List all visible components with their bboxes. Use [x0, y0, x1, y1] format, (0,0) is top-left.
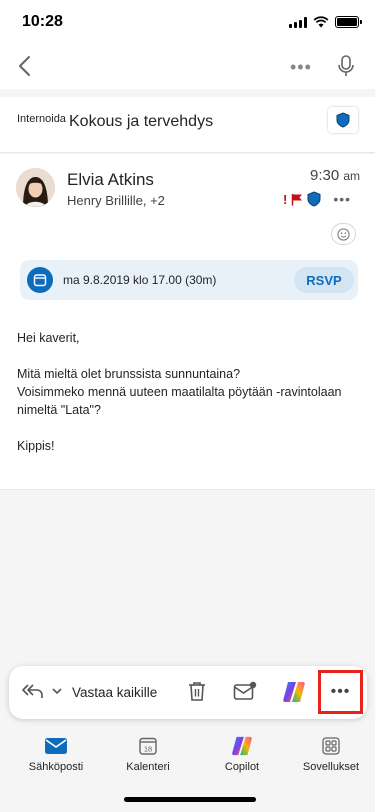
shield-button[interactable]	[328, 107, 358, 133]
back-icon[interactable]	[14, 52, 38, 80]
reply-all-label[interactable]: Vastaa kaikille	[72, 685, 157, 700]
tab-label: Kalenteri	[126, 761, 170, 773]
more-options-icon[interactable]: •••	[290, 57, 312, 78]
time-suffix: am	[343, 169, 361, 183]
reply-all-button[interactable]	[21, 682, 63, 700]
event-datetime: ma 9.8.2019 klo 17.00 (30m)	[63, 273, 217, 287]
chevron-down-icon[interactable]	[51, 686, 63, 696]
message-more-icon[interactable]: •••	[333, 191, 351, 207]
tab-label: Sovellukset	[302, 761, 360, 773]
sender-name[interactable]: Elvia Atkins	[67, 170, 154, 190]
event-card[interactable]: ma 9.8.2019 klo 17.00 (30m) RSVP	[20, 260, 358, 300]
mail-icon	[45, 738, 67, 754]
tab-copilot[interactable]: Copilot	[202, 736, 282, 773]
body-line: Mitä mieltä olet brunssista sunnuntaina?	[17, 367, 241, 381]
time-value: 9:30	[310, 167, 340, 184]
body-signoff: Kippis!	[17, 439, 55, 453]
tab-label: Sähköposti	[28, 761, 84, 773]
delete-icon[interactable]	[187, 680, 207, 702]
more-actions-button[interactable]: •••	[318, 670, 363, 714]
tab-label: Copilot	[224, 761, 260, 773]
avatar[interactable]	[16, 168, 55, 207]
battery-icon	[335, 16, 362, 28]
copilot-icon[interactable]	[282, 680, 306, 704]
subject-header: Internoida Kokous ja tervehdys	[0, 97, 375, 153]
recipients[interactable]: Henry Brillille, +2	[67, 193, 165, 208]
body-line: Voisimmeko mennä uuteen maatilalta pöytä…	[17, 385, 342, 399]
mark-unread-icon[interactable]	[233, 681, 257, 701]
tab-apps[interactable]: Sovellukset	[291, 736, 371, 773]
apps-icon	[322, 737, 340, 755]
body-greeting: Hei kaverit,	[17, 331, 80, 345]
home-indicator[interactable]	[124, 797, 256, 802]
microphone-icon[interactable]	[337, 54, 355, 78]
message-card: Elvia Atkins Henry Brillille, +2 9:30 am…	[0, 154, 375, 490]
rsvp-button[interactable]: RSVP	[294, 267, 354, 293]
status-icons	[289, 16, 362, 28]
importance-icon: !	[283, 191, 288, 207]
message-body: Hei kaverit, Mitä mieltä olet brunssista…	[17, 329, 342, 473]
flag-icon	[292, 193, 303, 205]
copilot-icon	[232, 736, 252, 756]
body-line: nimeltä "Lata"?	[17, 403, 101, 417]
message-flags: ! •••	[283, 191, 351, 207]
subject-title: Kokous ja tervehdys	[69, 113, 214, 130]
signal-icon	[289, 16, 307, 28]
calendar-day: 18	[144, 745, 152, 754]
wifi-icon	[313, 16, 329, 28]
more-icon: •••	[330, 683, 351, 700]
message-action-bar: Vastaa kaikille •••	[9, 666, 367, 719]
shield-icon	[336, 112, 350, 128]
top-nav-bar: •••	[0, 44, 375, 89]
calendar-icon: 18	[139, 737, 157, 755]
tab-calendar[interactable]: 18 Kalenteri	[108, 736, 188, 773]
message-time: 9:30 am	[310, 167, 360, 184]
status-bar: 10:28	[0, 0, 375, 44]
calendar-event-icon	[27, 267, 53, 293]
reaction-button[interactable]	[331, 223, 356, 245]
tab-mail[interactable]: Sähköposti	[16, 736, 96, 773]
smiley-icon	[337, 227, 350, 241]
status-time: 10:28	[22, 13, 63, 30]
sensitivity-label[interactable]: Internoida	[17, 113, 66, 125]
shield-icon	[307, 191, 321, 207]
reply-all-icon	[22, 684, 43, 698]
